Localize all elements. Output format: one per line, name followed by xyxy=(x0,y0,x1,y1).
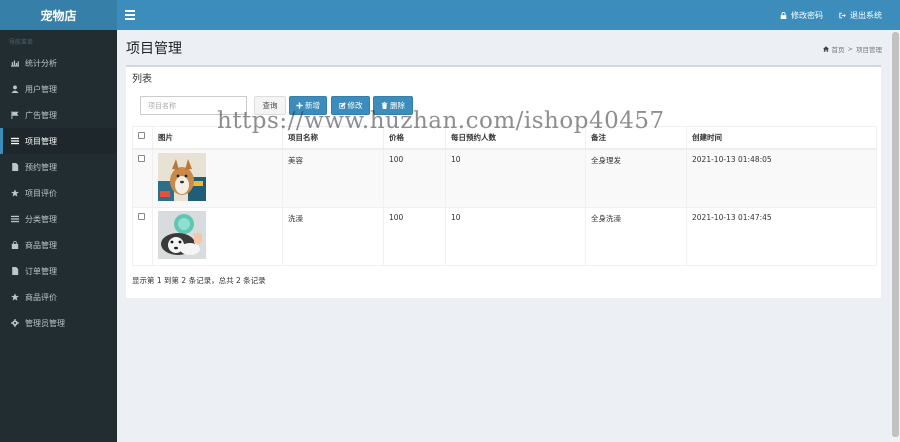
breadcrumb-home[interactable]: 首页 xyxy=(832,44,845,54)
list-box: 列表 查询 新增 修改 删除 图片 项目名称 价格 每日预约人数 备注 创建时间 xyxy=(126,65,881,298)
gear-icon xyxy=(10,319,19,328)
sidebar-item-label: 订单管理 xyxy=(25,266,57,276)
project-table: 图片 项目名称 价格 每日预约人数 备注 创建时间 美容 100 10 全身理发… xyxy=(132,126,877,266)
list-icon xyxy=(10,215,19,224)
row-checkbox[interactable] xyxy=(138,212,145,220)
sidebar-item-projects[interactable]: 项目管理 xyxy=(0,128,117,154)
change-password-label: 修改密码 xyxy=(791,11,823,20)
search-input[interactable] xyxy=(140,96,247,115)
sidebar-item-orders[interactable]: 订单管理 xyxy=(0,258,117,284)
sidebar-item-products[interactable]: 商品管理 xyxy=(0,232,117,258)
change-password-link[interactable]: 修改密码 xyxy=(780,10,823,21)
table-row[interactable]: 洗澡 100 10 全身洗澡 2021-10-13 01:47:45 xyxy=(132,206,877,266)
column-header: 备注 xyxy=(585,126,687,150)
note-cell: 全身洗澡 xyxy=(585,206,687,266)
column-header: 价格 xyxy=(383,126,446,150)
table-header-row: 图片 项目名称 价格 每日预约人数 备注 创建时间 xyxy=(132,126,877,150)
sidebar: 宠物店 导航菜单 统计分析 用户管理 广告管理 项目管理 预约管理 项目评价 分… xyxy=(0,0,117,442)
list-icon xyxy=(10,137,19,146)
file-icon xyxy=(10,267,19,276)
home-icon xyxy=(822,46,829,52)
created-time-cell: 2021-10-13 01:47:45 xyxy=(686,206,877,266)
brand-logo[interactable]: 宠物店 xyxy=(0,0,117,30)
flag-icon xyxy=(10,111,19,120)
sidebar-item-label: 商品评价 xyxy=(25,292,57,302)
sidebar-item-label: 用户管理 xyxy=(25,84,57,94)
scrollbar-thumb[interactable] xyxy=(892,32,899,437)
row-checkbox[interactable] xyxy=(138,155,145,162)
star-icon xyxy=(10,293,19,302)
table-row[interactable]: 美容 100 10 全身理发 2021-10-13 01:48:05 xyxy=(132,148,877,208)
sidebar-item-appointments[interactable]: 预约管理 xyxy=(0,154,117,180)
created-time-cell: 2021-10-13 01:48:05 xyxy=(686,148,877,208)
sidebar-item-categories[interactable]: 分类管理 xyxy=(0,206,117,232)
shopping-bag-icon xyxy=(10,241,19,250)
sidebar-item-ads[interactable]: 广告管理 xyxy=(0,102,117,128)
project-image xyxy=(158,210,206,259)
sidebar-item-product-reviews[interactable]: 商品评价 xyxy=(0,284,117,310)
sidebar-item-label: 商品管理 xyxy=(25,240,57,250)
price-cell: 100 xyxy=(383,148,446,208)
sidebar-header: 导航菜单 xyxy=(9,39,34,46)
sidebar-item-label: 项目评价 xyxy=(25,188,57,198)
box-title: 列表 xyxy=(132,74,152,85)
logout-label: 退出系统 xyxy=(850,11,882,20)
sidebar-item-label: 项目管理 xyxy=(25,136,57,146)
project-name-cell: 美容 xyxy=(282,148,384,208)
add-button-label: 新增 xyxy=(305,101,320,110)
sidebar-item-label: 分类管理 xyxy=(25,214,57,224)
sidebar-item-statistics[interactable]: 统计分析 xyxy=(0,50,117,76)
search-button[interactable]: 查询 xyxy=(254,96,286,115)
column-header: 图片 xyxy=(152,126,283,150)
project-image xyxy=(158,153,206,201)
page-scrollbar[interactable] xyxy=(891,30,900,442)
sidebar-item-admins[interactable]: 管理员管理 xyxy=(0,310,117,336)
sidebar-item-label: 预约管理 xyxy=(25,162,57,172)
project-name-cell: 洗澡 xyxy=(282,206,384,266)
delete-button[interactable]: 删除 xyxy=(373,96,413,115)
plus-icon xyxy=(296,102,303,109)
lock-icon xyxy=(780,12,787,19)
sidebar-item-users[interactable]: 用户管理 xyxy=(0,76,117,102)
edit-button[interactable]: 修改 xyxy=(331,96,370,115)
edit-button-label: 修改 xyxy=(347,101,363,110)
file-icon xyxy=(10,163,19,172)
column-header: 创建时间 xyxy=(686,126,877,150)
bar-chart-icon xyxy=(10,59,19,68)
breadcrumb-separator: > xyxy=(847,45,853,53)
user-icon xyxy=(10,85,19,94)
star-icon xyxy=(10,189,19,198)
logout-link[interactable]: 退出系统 xyxy=(839,10,882,21)
edit-icon xyxy=(338,102,346,109)
select-all-cell xyxy=(132,126,153,150)
sidebar-item-project-reviews[interactable]: 项目评价 xyxy=(0,180,117,206)
select-all-checkbox[interactable] xyxy=(138,132,145,139)
trash-icon xyxy=(381,102,388,109)
sidebar-item-label: 广告管理 xyxy=(25,110,57,120)
column-header: 每日预约人数 xyxy=(445,126,586,150)
breadcrumb-current: 项目管理 xyxy=(856,46,882,54)
sidebar-item-label: 管理员管理 xyxy=(25,318,65,328)
daily-count-cell: 10 xyxy=(445,148,586,208)
daily-count-cell: 10 xyxy=(445,206,586,266)
column-header: 项目名称 xyxy=(282,126,384,150)
delete-button-label: 删除 xyxy=(390,101,405,110)
note-cell: 全身理发 xyxy=(585,148,687,208)
price-cell: 100 xyxy=(383,206,446,266)
add-button[interactable]: 新增 xyxy=(289,96,327,115)
top-header: 修改密码 退出系统 xyxy=(117,0,900,30)
pagination-info: 显示第 1 到第 2 条记录，总共 2 条记录 xyxy=(132,276,266,285)
page-title: 项目管理 xyxy=(126,41,182,57)
breadcrumb: 首页 > 项目管理 xyxy=(822,44,882,54)
logout-icon xyxy=(839,12,846,19)
sidebar-toggle-icon[interactable] xyxy=(124,9,136,21)
sidebar-item-label: 统计分析 xyxy=(25,58,57,68)
